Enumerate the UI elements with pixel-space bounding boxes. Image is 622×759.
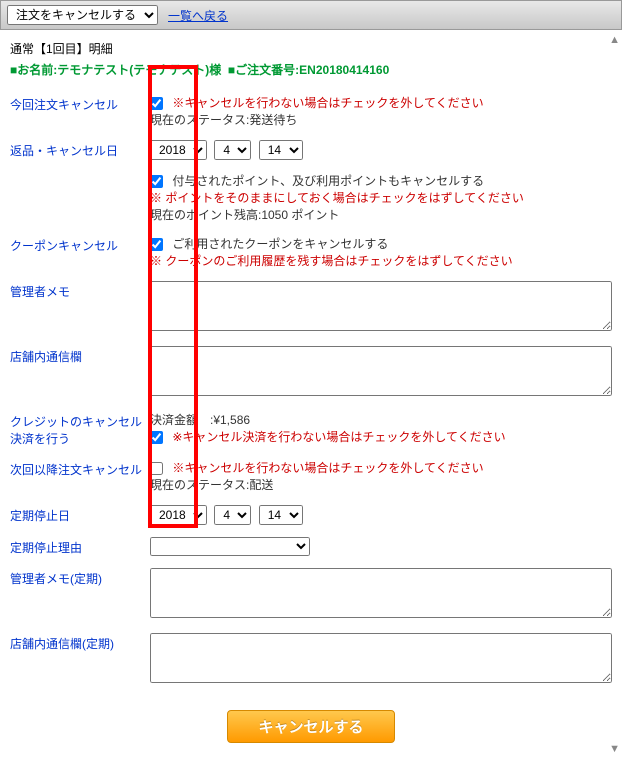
label-internal-memo-teiki: 店舗内通信欄(定期) xyxy=(10,633,150,652)
return-date-month[interactable]: 4 xyxy=(214,140,251,160)
label-cancel-now: 今回注文キャンセル xyxy=(10,94,150,113)
page-title: 通常【1回目】明細 xyxy=(10,36,612,61)
checkbox-points[interactable] xyxy=(150,175,163,188)
action-select[interactable]: 注文をキャンセルする xyxy=(7,5,158,25)
warn-future-cancel: ※キャンセルを行わない場合はチェックを外してください xyxy=(172,461,483,475)
warn-points: ※ ポイントをそのままにしておく場合はチェックをはずしてください xyxy=(150,191,524,205)
return-date-day[interactable]: 14 xyxy=(259,140,303,160)
label-admin-memo-teiki: 管理者メモ(定期) xyxy=(10,568,150,587)
text-points: 付与されたポイント、及び利用ポイントもキャンセルする xyxy=(172,174,484,188)
label-credit: クレジットのキャンセル決済を行う xyxy=(10,411,150,447)
textarea-admin-memo[interactable] xyxy=(150,281,612,331)
warn-cancel-now: ※キャンセルを行わない場合はチェックを外してください xyxy=(172,96,483,110)
warn-coupon: ※ クーポンのご利用履歴を残す場合はチェックをはずしてください xyxy=(150,254,513,268)
content: ▲ ▼ 通常【1回目】明細 ■お名前:テモナテスト(テモナテスト)様 ■ご注文番… xyxy=(0,30,622,759)
credit-amount: 決済金額 :¥1,586 xyxy=(150,413,250,427)
scroll-down-icon: ▼ xyxy=(609,743,620,755)
label-admin-memo: 管理者メモ xyxy=(10,281,150,300)
toolbar: 注文をキャンセルする 一覧へ戻る xyxy=(0,0,622,30)
textarea-internal-memo[interactable] xyxy=(150,346,612,396)
checkbox-cancel-now[interactable] xyxy=(150,97,163,110)
textarea-internal-memo-teiki[interactable] xyxy=(150,633,612,683)
checkbox-future-cancel[interactable] xyxy=(150,462,163,475)
checkbox-credit[interactable] xyxy=(150,431,163,444)
return-date-year[interactable]: 2018 xyxy=(150,140,207,160)
text-coupon: ご利用されたクーポンをキャンセルする xyxy=(172,237,388,251)
label-internal-memo: 店舗内通信欄 xyxy=(10,346,150,365)
label-coupon: クーポンキャンセル xyxy=(10,235,150,254)
label-stop-date: 定期停止日 xyxy=(10,505,150,524)
order-info: ■お名前:テモナテスト(テモナテスト)様 ■ご注文番号:EN2018041416… xyxy=(10,61,612,88)
checkbox-coupon[interactable] xyxy=(150,238,163,251)
label-return-date: 返品・キャンセル日 xyxy=(10,140,150,159)
label-stop-reason: 定期停止理由 xyxy=(10,537,150,556)
stop-date-month[interactable]: 4 xyxy=(214,505,251,525)
textarea-admin-memo-teiki[interactable] xyxy=(150,568,612,618)
stop-date-day[interactable]: 14 xyxy=(259,505,303,525)
scroll-up-icon: ▲ xyxy=(609,34,620,46)
warn-credit: ※キャンセル決済を行わない場合はチェックを外してください xyxy=(172,430,505,444)
select-stop-reason[interactable] xyxy=(150,537,310,556)
label-future-cancel: 次回以降注文キャンセル xyxy=(10,459,150,478)
stop-date-year[interactable]: 2018 xyxy=(150,505,207,525)
status-cancel-now: 現在のステータス:発送待ち xyxy=(150,113,297,127)
back-link[interactable]: 一覧へ戻る xyxy=(168,7,228,24)
balance-points: 現在のポイント残高:1050 ポイント xyxy=(150,208,339,222)
status-future-cancel: 現在のステータス:配送 xyxy=(150,478,273,492)
